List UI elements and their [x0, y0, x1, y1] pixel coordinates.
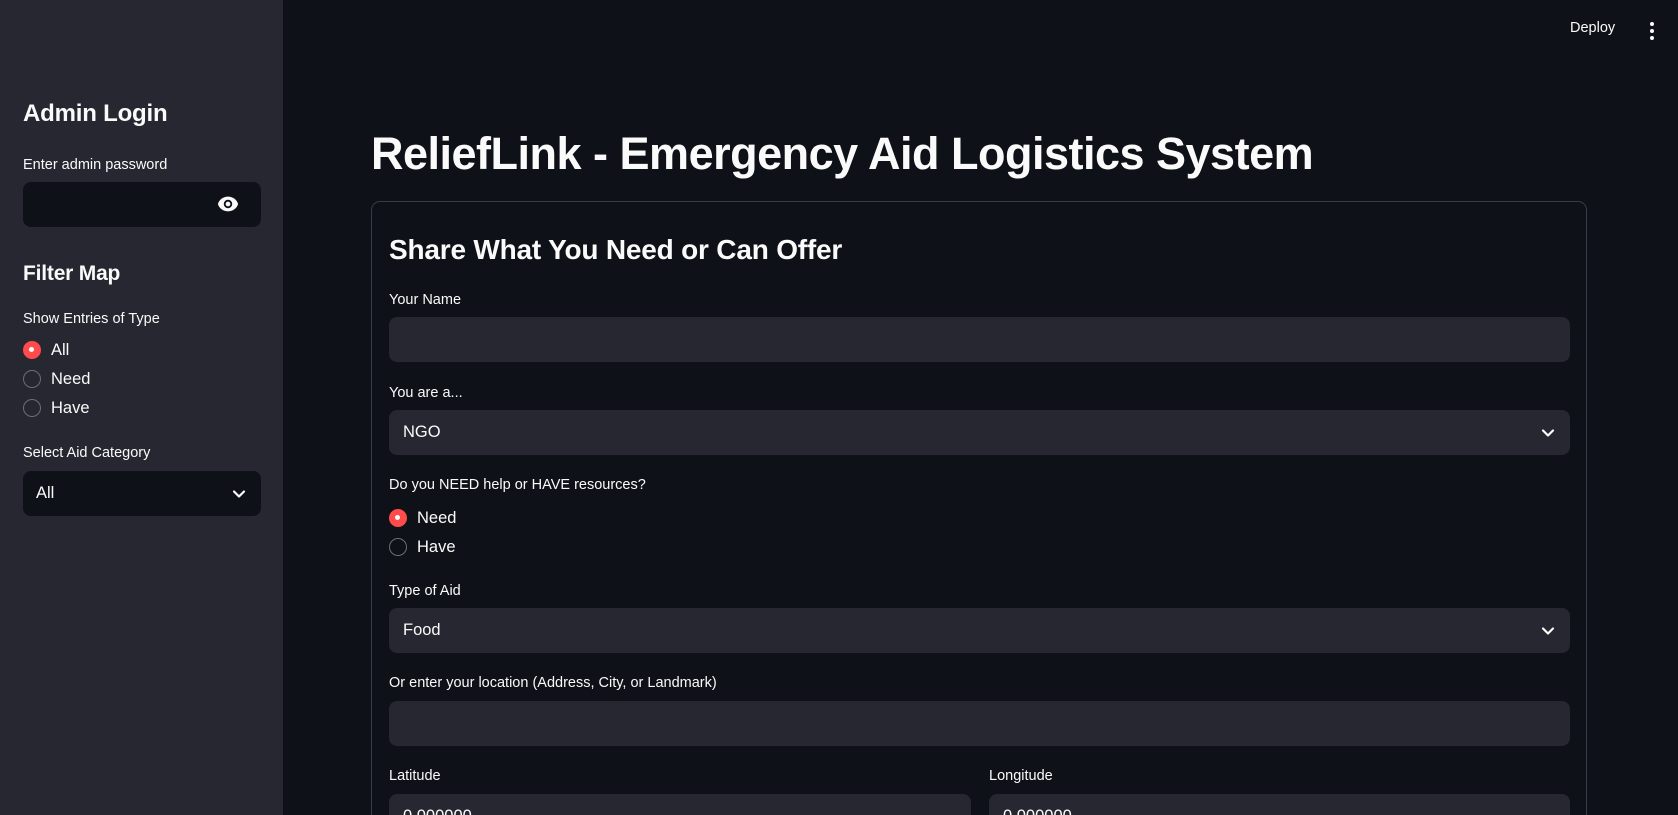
aid-type-select[interactable]: Food — [389, 608, 1570, 653]
name-input[interactable] — [389, 317, 1570, 362]
longitude-label: Longitude — [989, 768, 1053, 784]
longitude-input[interactable]: 0.000000 — [989, 794, 1570, 815]
sidebar: Admin Login Enter admin password Filter … — [0, 0, 283, 815]
radio-unselected-icon[interactable] — [23, 370, 41, 388]
radio-label: All — [51, 340, 70, 359]
role-select[interactable]: NGO — [389, 410, 1570, 455]
location-input[interactable] — [389, 701, 1570, 746]
kebab-menu-icon[interactable] — [1647, 20, 1657, 42]
admin-login-heading: Admin Login — [23, 100, 168, 127]
radio-label: Need — [51, 369, 91, 388]
latitude-value: 0.000000 — [403, 807, 472, 815]
radio-option-have[interactable]: Have — [389, 535, 456, 559]
radio-option-all[interactable]: All — [23, 338, 69, 362]
radio-label: Have — [51, 398, 90, 417]
form-title: Share What You Need or Can Offer — [389, 234, 843, 265]
radio-selected-icon[interactable] — [389, 509, 407, 527]
radio-unselected-icon[interactable] — [23, 399, 41, 417]
aid-category-select[interactable]: All — [23, 471, 261, 516]
radio-label: Need — [417, 508, 457, 527]
app-root: Admin Login Enter admin password Filter … — [0, 0, 1678, 815]
location-label: Or enter your location (Address, City, o… — [389, 675, 717, 691]
radio-label: Have — [417, 537, 456, 556]
chevron-down-icon — [232, 489, 246, 498]
aid-type-label: Type of Aid — [389, 583, 461, 599]
radio-selected-icon[interactable] — [23, 341, 41, 359]
role-value: NGO — [403, 423, 441, 441]
role-label: You are a... — [389, 385, 463, 401]
radio-option-need[interactable]: Need — [23, 367, 90, 391]
need-have-label: Do you NEED help or HAVE resources? — [389, 477, 646, 493]
radio-unselected-icon[interactable] — [389, 538, 407, 556]
admin-password-input[interactable] — [23, 182, 261, 227]
filter-map-heading: Filter Map — [23, 262, 121, 285]
radio-option-have[interactable]: Have — [23, 396, 90, 420]
entry-type-label: Show Entries of Type — [23, 311, 160, 327]
name-label: Your Name — [389, 292, 462, 308]
chevron-down-icon — [1541, 428, 1555, 437]
deploy-button[interactable]: Deploy — [1570, 20, 1615, 42]
chevron-down-icon — [1541, 626, 1555, 635]
eye-icon[interactable] — [217, 195, 239, 213]
longitude-value: 0.000000 — [1003, 807, 1072, 815]
aid-category-label: Select Aid Category — [23, 445, 151, 461]
aid-category-value: All — [36, 484, 55, 502]
aid-type-value: Food — [403, 621, 441, 639]
radio-option-need[interactable]: Need — [389, 506, 456, 530]
page-title: ReliefLink - Emergency Aid Logistics Sys… — [371, 128, 1314, 179]
latitude-input[interactable]: 0.000000 — [389, 794, 971, 815]
latitude-label: Latitude — [389, 768, 441, 784]
password-label: Enter admin password — [23, 157, 168, 173]
